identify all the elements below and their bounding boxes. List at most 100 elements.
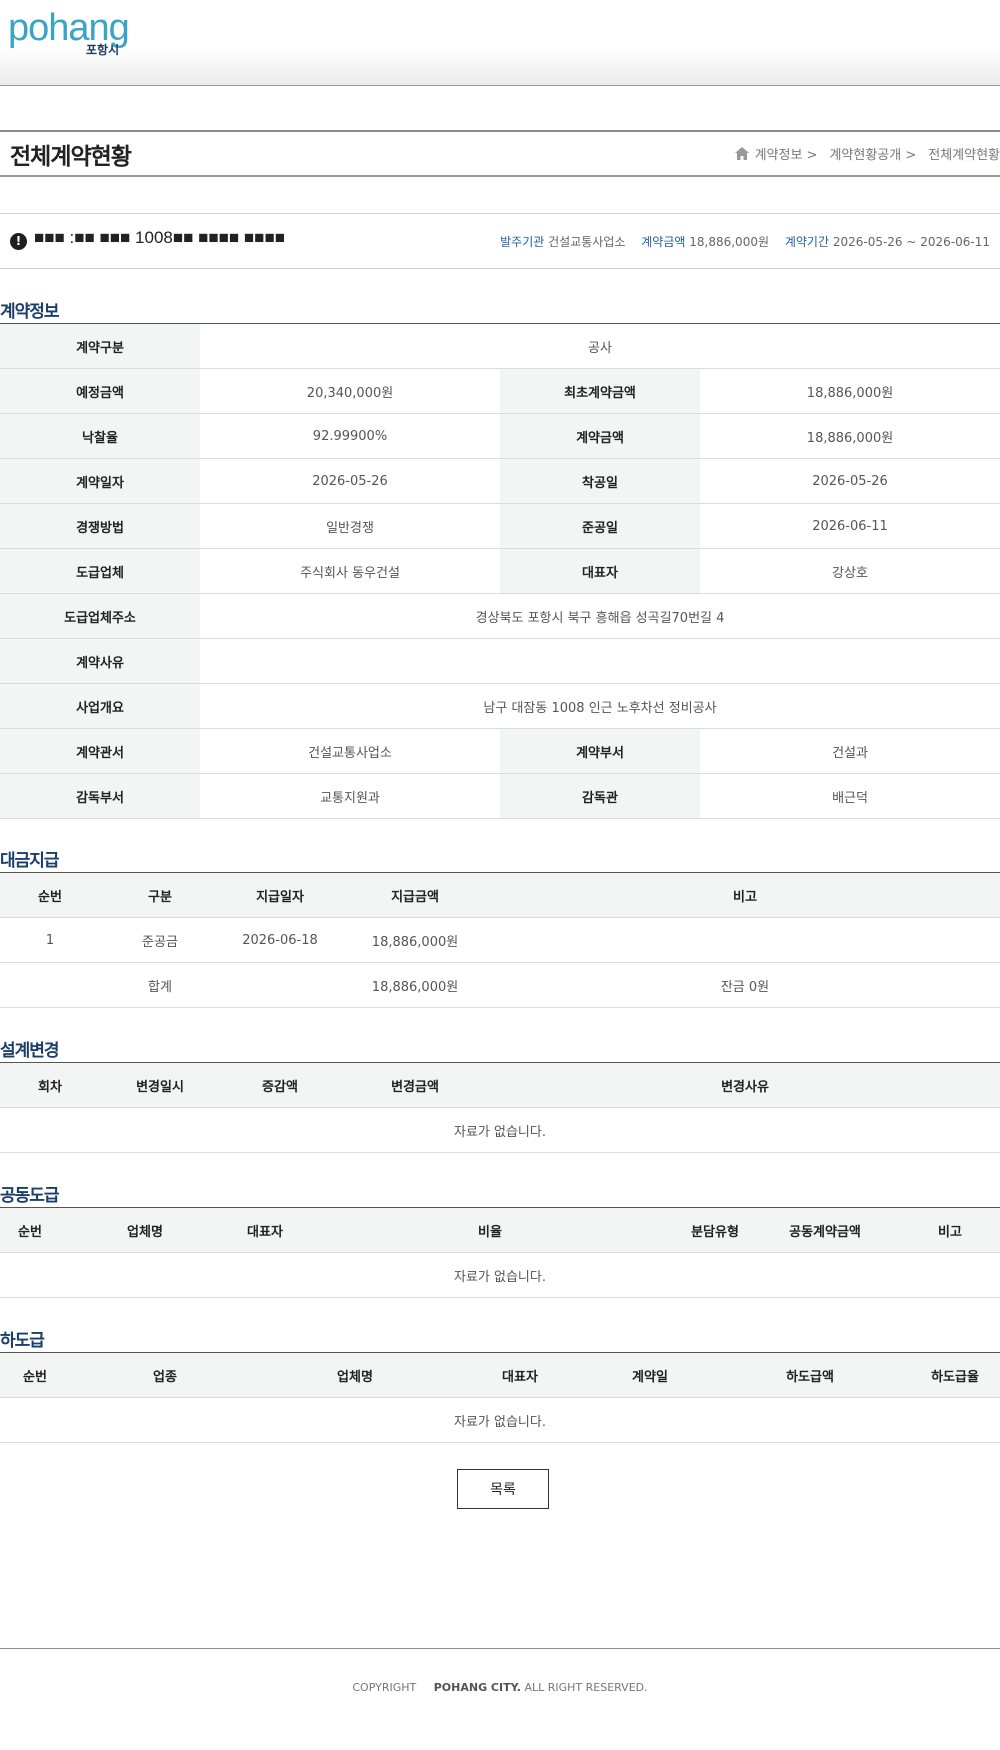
column-header: 회차 xyxy=(0,1062,100,1108)
table-row: 예정금액 20,340,000원 최초계약금액 18,886,000원 xyxy=(0,368,1000,414)
field-label: 계약구분 xyxy=(0,323,200,369)
table-row: 계약일자 2026-05-26 착공일 2026-05-26 xyxy=(0,458,1000,504)
total-amount: 18,886,000원 xyxy=(340,962,490,1008)
table-row: 도급업체 주식회사 동우건설 대표자 강상호 xyxy=(0,548,1000,594)
breadcrumb-item-contract-info[interactable]: 계약정보 > xyxy=(755,144,818,163)
field-value: 공사 xyxy=(200,323,1000,369)
subcontract-header-row: 순번 업종 업체명 대표자 계약일 하도급액 하도급율 xyxy=(0,1352,1000,1398)
column-header: 지급일자 xyxy=(220,872,340,918)
payment-header-row: 순번 구분 지급일자 지급금액 비고 xyxy=(0,872,1000,918)
column-header: 대표자 xyxy=(450,1352,590,1398)
field-value: 강상호 xyxy=(700,548,1000,594)
site-footer: COPYRIGHT POHANG CITY. ALL RIGHT RESERVE… xyxy=(0,1648,1000,1750)
svg-text:포항시: 포항시 xyxy=(86,42,119,57)
joint-contract-header-row: 순번 업체명 대표자 비율 분담유형 공동계약금액 비고 xyxy=(0,1207,1000,1253)
table-row: 감독부서 교통지원과 감독관 배근덕 xyxy=(0,773,1000,819)
home-icon[interactable] xyxy=(734,147,749,160)
field-value: 주식회사 동우건설 xyxy=(200,548,500,594)
design-change-table: 회차 변경일시 증감액 변경금액 변경사유 자료가 없습니다. xyxy=(0,1062,1000,1153)
field-value: 경상북도 포항시 북구 흥해읍 성곡길70번길 4 xyxy=(200,593,1000,639)
column-header: 지급금액 xyxy=(340,872,490,918)
table-row: 자료가 없습니다. xyxy=(0,1397,1000,1443)
column-header: 대표자 xyxy=(230,1207,300,1253)
field-label: 감독부서 xyxy=(0,773,200,819)
contract-title: ■■■ :■■ ■■■ 1008■■ ■■■■ ■■■■ xyxy=(34,228,285,247)
payment-total-row: 합계 18,886,000원 잔금 0원 xyxy=(0,962,1000,1008)
column-header: 분담유형 xyxy=(680,1207,750,1253)
field-label: 최초계약금액 xyxy=(500,368,700,414)
field-value: 일반경쟁 xyxy=(200,503,500,549)
table-row: 자료가 없습니다. xyxy=(0,1252,1000,1298)
column-header: 증감액 xyxy=(220,1062,340,1108)
field-value xyxy=(200,638,1000,684)
field-label: 낙찰율 xyxy=(0,413,200,459)
column-header: 공동계약금액 xyxy=(750,1207,900,1253)
column-header: 변경일시 xyxy=(100,1062,220,1108)
field-label: 도급업체 xyxy=(0,548,200,594)
table-cell: 2026-06-18 xyxy=(220,917,340,963)
field-value: 교통지원과 xyxy=(200,773,500,819)
design-change-header-row: 회차 변경일시 증감액 변경금액 변경사유 xyxy=(0,1062,1000,1108)
empty-message: 자료가 없습니다. xyxy=(0,1107,1000,1153)
column-header: 하도급율 xyxy=(910,1352,1000,1398)
column-header: 변경금액 xyxy=(340,1062,490,1108)
copyright-label: COPYRIGHT xyxy=(352,1681,417,1694)
contract-info-table: 계약구분 공사 예정금액 20,340,000원 최초계약금액 18,886,000원 낙찰… xyxy=(0,323,1000,819)
table-row: 낙찰율 92.99900% 계약금액 18,886,000원 xyxy=(0,413,1000,459)
copyright-rights: ALL RIGHT RESERVED. xyxy=(524,1681,648,1694)
table-cell: 1 xyxy=(0,917,100,963)
table-row: 도급업체주소 경상북도 포항시 북구 흥해읍 성곡길70번길 4 xyxy=(0,593,1000,639)
field-label: 착공일 xyxy=(500,458,700,504)
field-value: 20,340,000원 xyxy=(200,368,500,414)
contract-subject-bar: ! ■■■ :■■ ■■■ 1008■■ ■■■■ ■■■■ 발주기관 건설교통… xyxy=(0,213,1000,269)
field-value: 건설과 xyxy=(700,728,1000,774)
site-header: pohang 포항시 xyxy=(0,0,1000,86)
meta-value-ordering-agency: 건설교통사업소 xyxy=(548,235,626,249)
total-note: 잔금 0원 xyxy=(490,962,1000,1008)
table-cell: 18,886,000원 xyxy=(340,917,490,963)
page-title: 전체계약현황 xyxy=(10,144,132,170)
field-value: 배근덕 xyxy=(700,773,1000,819)
copyright-org: POHANG CITY. xyxy=(433,1681,521,1694)
field-label: 계약사유 xyxy=(0,638,200,684)
table-cell xyxy=(220,962,340,1008)
column-header: 변경사유 xyxy=(490,1062,1000,1108)
column-header: 순번 xyxy=(0,1352,70,1398)
pohang-logo[interactable]: pohang 포항시 xyxy=(8,8,154,58)
table-row: 자료가 없습니다. xyxy=(0,1107,1000,1153)
breadcrumb: 계약정보 > 계약현황공개 > 전체계약현황 xyxy=(734,144,1000,163)
table-row: 계약관서 건설교통사업소 계약부서 건설과 xyxy=(0,728,1000,774)
joint-contract-table: 순번 업체명 대표자 비율 분담유형 공동계약금액 비고 자료가 없습니다. xyxy=(0,1207,1000,1298)
column-header: 비고 xyxy=(490,872,1000,918)
field-value: 92.99900% xyxy=(200,413,500,459)
column-header: 순번 xyxy=(0,1207,60,1253)
field-label: 계약일자 xyxy=(0,458,200,504)
column-header: 업종 xyxy=(70,1352,260,1398)
field-value: 2026-05-26 xyxy=(200,458,500,504)
field-value: 2026-06-11 xyxy=(700,503,1000,549)
field-value: 18,886,000원 xyxy=(700,368,1000,414)
field-value: 건설교통사업소 xyxy=(200,728,500,774)
table-cell xyxy=(0,962,100,1008)
list-button[interactable]: 목록 xyxy=(457,1469,549,1509)
total-label: 합계 xyxy=(100,962,220,1008)
page-title-band: 전체계약현황 계약정보 > 계약현황공개 > 전체계약현황 xyxy=(0,130,1000,177)
section-title-joint-contract: 공동도급 xyxy=(0,1186,60,1206)
field-label: 경쟁방법 xyxy=(0,503,200,549)
field-label: 도급업체주소 xyxy=(0,593,200,639)
table-cell: 준공금 xyxy=(100,917,220,963)
section-title-contract-info: 계약정보 xyxy=(0,302,60,322)
column-header: 비고 xyxy=(900,1207,1000,1253)
table-cell xyxy=(490,917,1000,963)
breadcrumb-item-all-contracts[interactable]: 전체계약현황 xyxy=(928,144,1000,163)
column-header: 업체명 xyxy=(260,1352,450,1398)
column-header: 계약일 xyxy=(590,1352,710,1398)
field-value: 18,886,000원 xyxy=(700,413,1000,459)
table-row: 계약사유 xyxy=(0,638,1000,684)
field-label: 계약관서 xyxy=(0,728,200,774)
subcontract-table: 순번 업종 업체명 대표자 계약일 하도급액 하도급율 자료가 없습니다. xyxy=(0,1352,1000,1443)
meta-label-ordering-agency: 발주기관 xyxy=(500,235,545,249)
field-value: 2026-05-26 xyxy=(700,458,1000,504)
field-label: 감독관 xyxy=(500,773,700,819)
breadcrumb-item-contract-disclosure[interactable]: 계약현황공개 > xyxy=(829,144,916,163)
